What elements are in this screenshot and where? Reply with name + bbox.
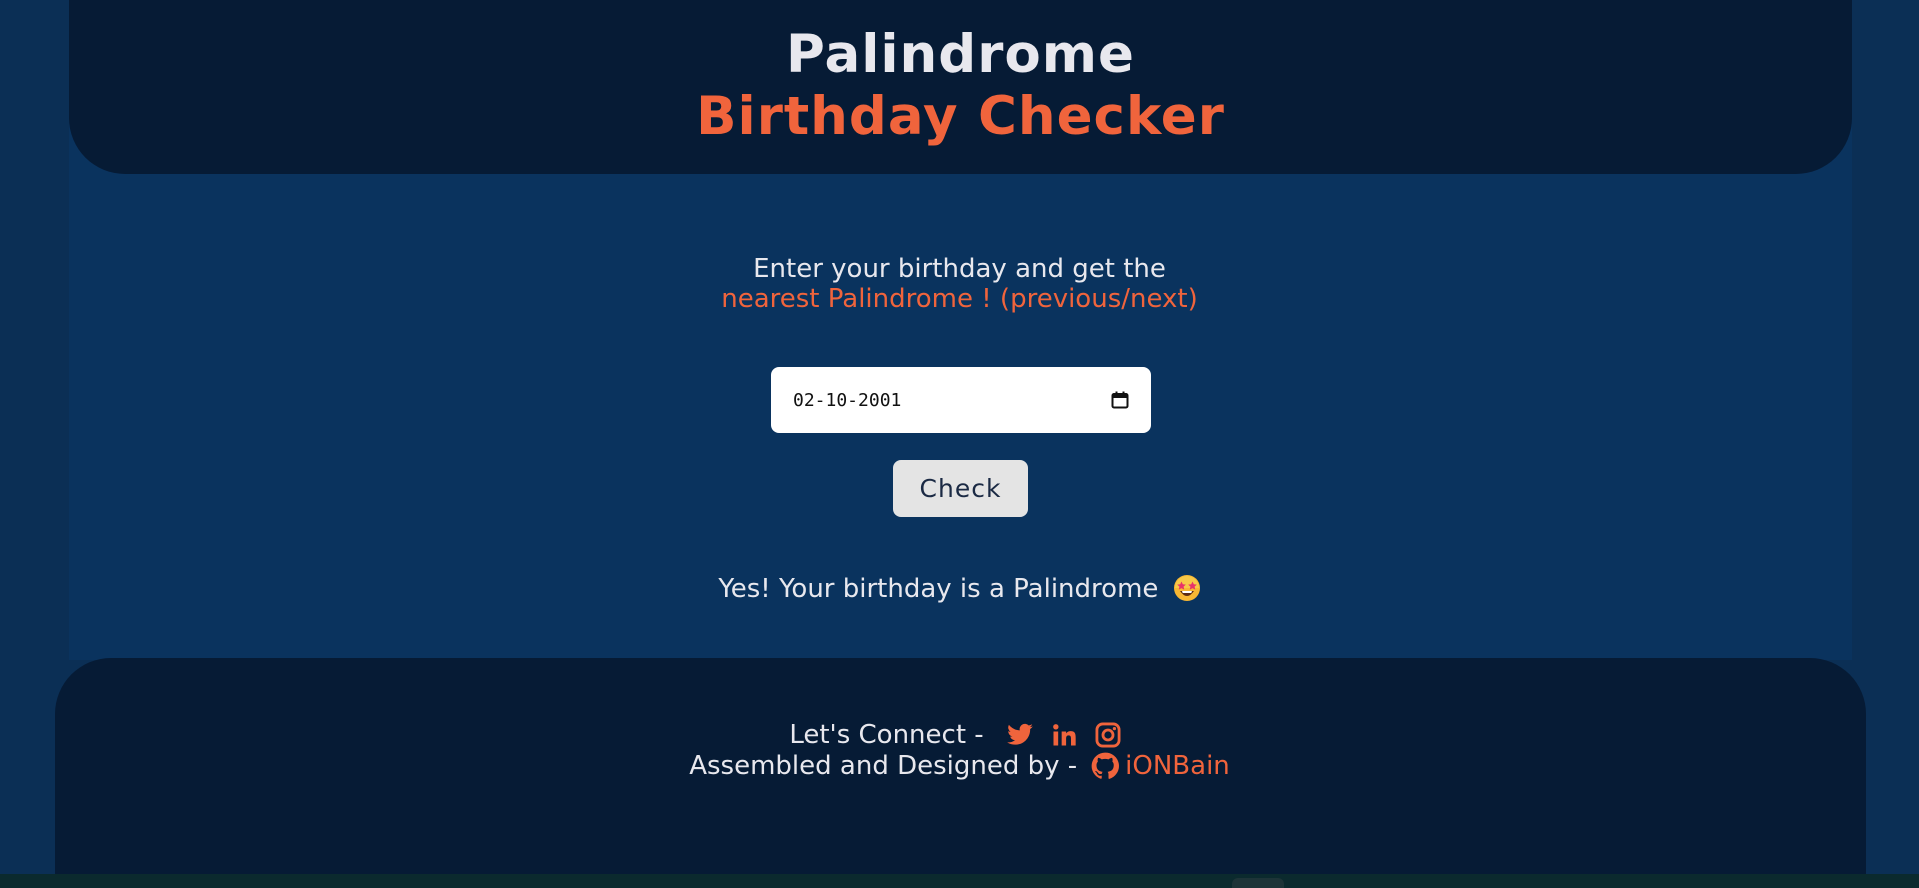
- author-link[interactable]: iONBain: [1125, 751, 1230, 781]
- page-title: Palindrome: [786, 24, 1135, 85]
- page-subtitle: Birthday Checker: [696, 86, 1225, 147]
- bottom-tab: [1232, 878, 1284, 888]
- header: Palindrome Birthday Checker: [69, 0, 1852, 174]
- assembled-label: Assembled and Designed by -: [689, 751, 1078, 781]
- connect-label: Let's Connect -: [789, 720, 984, 750]
- social-links: [998, 721, 1130, 749]
- intro-text: Enter your birthday and get the nearest …: [0, 254, 1919, 314]
- bottom-strip: [0, 874, 1919, 888]
- twitter-icon[interactable]: [1006, 721, 1034, 749]
- page: Palindrome Birthday Checker Enter your b…: [0, 0, 1919, 888]
- result-message: Yes! Your birthday is a Palindrome: [0, 572, 1919, 606]
- birthday-date-input[interactable]: 02-10-2001: [771, 367, 1151, 433]
- connect-row: Let's Connect -: [0, 720, 1919, 750]
- instagram-icon[interactable]: [1094, 721, 1122, 749]
- star-struck-emoji-icon: [1173, 575, 1200, 601]
- linkedin-icon[interactable]: [1050, 721, 1078, 749]
- intro-line-2: nearest Palindrome ! (previous/next): [721, 284, 1198, 314]
- calendar-icon[interactable]: [1111, 391, 1129, 409]
- result-text: Yes! Your birthday is a Palindrome: [718, 574, 1159, 604]
- credits-row: Assembled and Designed by - iONBain: [0, 751, 1919, 781]
- intro-line-1: Enter your birthday and get the: [753, 254, 1166, 284]
- github-icon[interactable]: [1091, 752, 1120, 780]
- date-value: 02-10-2001: [793, 389, 902, 411]
- check-button[interactable]: Check: [893, 460, 1028, 517]
